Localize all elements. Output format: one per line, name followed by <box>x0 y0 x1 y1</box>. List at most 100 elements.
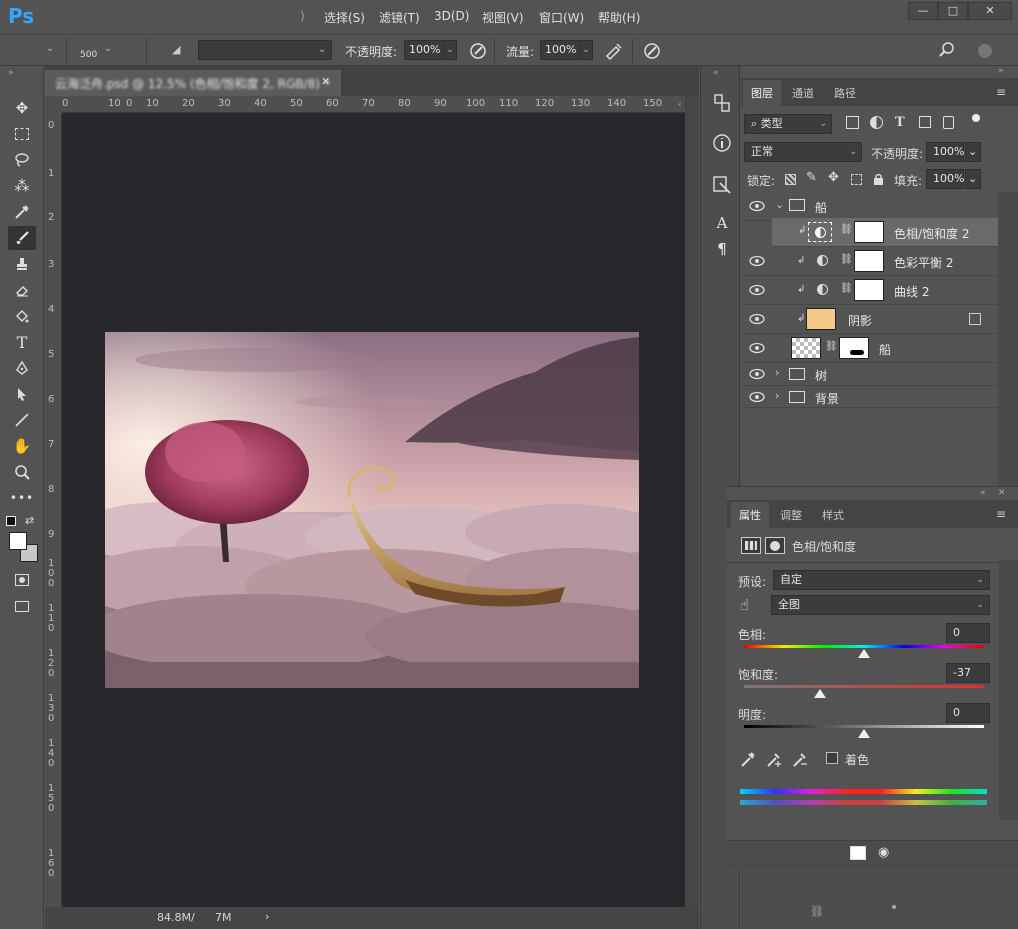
close-window-button[interactable]: ✕ <box>968 2 1012 20</box>
tool-preset-dropdown[interactable]: ⌄ <box>46 43 54 54</box>
document-canvas[interactable] <box>105 332 639 688</box>
move-tool-icon[interactable]: ✥ <box>8 96 36 120</box>
collapse-icon[interactable]: « <box>980 488 986 498</box>
opacity-dropdown[interactable]: ⌄ <box>443 40 457 60</box>
layers-scrollbar[interactable] <box>998 192 1018 486</box>
airbrush-icon[interactable] <box>604 41 624 61</box>
paint-bucket-icon[interactable] <box>8 304 36 328</box>
eyedropper-plus-icon[interactable] <box>765 750 783 768</box>
layer-thumbnail[interactable] <box>806 308 836 330</box>
eyedropper-minus-icon[interactable] <box>791 750 809 768</box>
menu-view[interactable]: 视图(V) <box>482 9 524 26</box>
info-icon[interactable] <box>711 132 733 154</box>
clip-to-layer-icon[interactable] <box>850 846 866 860</box>
visibility-eye-icon[interactable] <box>749 342 765 354</box>
fill-input[interactable]: 100% <box>926 169 964 189</box>
marquee-tool-icon[interactable] <box>8 122 36 146</box>
paragraph-icon[interactable]: ¶ <box>711 240 733 262</box>
panel-menu-icon[interactable]: ≡ <box>996 85 1006 99</box>
visibility-eye-icon[interactable] <box>749 284 765 296</box>
saturation-slider-thumb[interactable] <box>813 689 826 698</box>
pressure-opacity-icon[interactable] <box>468 41 488 61</box>
filter-shape-icon[interactable] <box>919 116 931 128</box>
lock-all-icon[interactable] <box>873 173 884 185</box>
preset-select[interactable]: 自定 ⌄ <box>773 570 990 590</box>
workspace-icon[interactable] <box>978 44 992 58</box>
line-tool-icon[interactable] <box>8 408 36 432</box>
chain-link-icon[interactable]: ⛓ <box>840 224 853 235</box>
eraser-tool-icon[interactable] <box>8 278 36 302</box>
chain-link-icon[interactable]: ⛓ <box>840 283 853 294</box>
collapse-icon[interactable]: » <box>8 68 14 78</box>
minimize-button[interactable]: — <box>908 2 938 20</box>
pen-tool-icon[interactable] <box>8 356 36 380</box>
foreground-color-swatch[interactable] <box>9 532 27 550</box>
layer-row-curves[interactable]: ↲ ⛓ 曲线 2 <box>741 276 998 305</box>
layer-thumbnail[interactable] <box>791 337 821 359</box>
brush-mode-icon[interactable]: ◢ <box>172 43 180 56</box>
navigator-icon[interactable] <box>711 174 733 196</box>
eyedropper-tool-icon[interactable] <box>8 200 36 224</box>
tab-styles[interactable]: 样式 <box>814 502 852 528</box>
layer-mask-thumbnail[interactable] <box>854 221 884 243</box>
filter-smart-object-icon[interactable] <box>943 116 954 129</box>
panel-menu-icon[interactable]: ≡ <box>996 507 1006 521</box>
history-icon[interactable] <box>711 92 733 114</box>
lock-artboard-icon[interactable] <box>851 174 862 185</box>
visibility-eye-icon[interactable] <box>749 368 765 380</box>
status-menu-arrow[interactable]: › <box>265 910 269 923</box>
fill-dropdown[interactable]: ⌄ <box>965 169 981 189</box>
menu-item-hidden[interactable]: ) <box>300 9 305 23</box>
layer-opacity-input[interactable]: 100% <box>926 142 964 162</box>
hue-slider-track[interactable] <box>744 645 984 648</box>
filter-pixel-icon[interactable] <box>846 116 859 129</box>
menu-help[interactable]: 帮助(H) <box>598 9 640 26</box>
visibility-eye-icon[interactable] <box>749 391 765 403</box>
lock-position-icon[interactable]: ✥ <box>828 170 839 185</box>
saturation-input[interactable]: -37 <box>946 663 990 683</box>
visibility-eye-icon[interactable] <box>749 255 765 267</box>
visibility-eye-icon[interactable] <box>749 200 765 212</box>
layer-row-boat[interactable]: ⛓ 船 <box>741 334 998 363</box>
swap-colors-icon[interactable]: ⇄ <box>25 514 34 527</box>
quick-mask-icon[interactable] <box>8 568 36 592</box>
layer-row-shadow[interactable]: ↲ 阴影 <box>741 305 998 334</box>
close-panel-icon[interactable]: ✕ <box>998 488 1006 498</box>
colorize-checkbox[interactable] <box>826 752 838 764</box>
layer-mask-thumbnail[interactable] <box>854 279 884 301</box>
blend-mode-select[interactable] <box>198 40 332 60</box>
lasso-tool-icon[interactable] <box>8 148 36 172</box>
layer-row-group-boat[interactable]: ⌄ 船 <box>741 192 998 221</box>
blend-mode-select[interactable]: 正常 ⌄ <box>744 142 862 162</box>
path-select-icon[interactable] <box>8 382 36 406</box>
opacity-input[interactable]: 100% <box>404 40 444 60</box>
menu-3d[interactable]: 3D(D) <box>434 9 469 23</box>
hand-tool-icon[interactable]: ✋ <box>8 434 36 458</box>
layer-row-hue-sat[interactable]: ↲ ⛓ 色相/饱和度 2 <box>772 218 998 247</box>
tab-paths[interactable]: 路径 <box>826 80 864 106</box>
filter-toggle-icon[interactable] <box>972 114 980 122</box>
lightness-slider-thumb[interactable] <box>858 729 870 738</box>
pressure-size-icon[interactable] <box>642 41 662 61</box>
chain-link-icon[interactable]: ⛓ <box>825 341 838 352</box>
adjustment-layer-icon[interactable] <box>741 537 761 554</box>
default-colors-icon[interactable] <box>6 516 16 526</box>
layer-opacity-dropdown[interactable]: ⌄ <box>965 142 981 162</box>
filter-type-icon[interactable]: T <box>895 115 905 130</box>
brush-dropdown[interactable]: ⌄ <box>104 43 112 54</box>
chain-link-icon[interactable]: ⛓ <box>840 254 853 265</box>
layer-row-group-background[interactable]: › 背景 <box>741 386 998 408</box>
brush-size-label[interactable]: 500 <box>80 50 97 60</box>
layer-row-group-tree[interactable]: › 树 <box>741 363 998 386</box>
chevron-right-icon[interactable]: › <box>775 389 779 402</box>
link-layers-icon[interactable]: ⛓ <box>810 905 824 918</box>
tab-adjustments[interactable]: 调整 <box>772 502 810 528</box>
screen-mode-icon[interactable] <box>8 594 36 618</box>
layer-mask-thumbnail[interactable] <box>854 250 884 272</box>
filter-adjustment-icon[interactable] <box>870 116 883 129</box>
properties-scrollbar[interactable] <box>999 560 1018 820</box>
channel-select[interactable]: 全图 ⌄ <box>771 595 990 615</box>
document-tab[interactable]: 云海泛舟.psd @ 12.5% (色相/饱和度 2, RGB/8) * <box>45 70 341 96</box>
flow-input[interactable]: 100% <box>540 40 580 60</box>
close-tab-icon[interactable]: ✕ <box>321 75 330 88</box>
